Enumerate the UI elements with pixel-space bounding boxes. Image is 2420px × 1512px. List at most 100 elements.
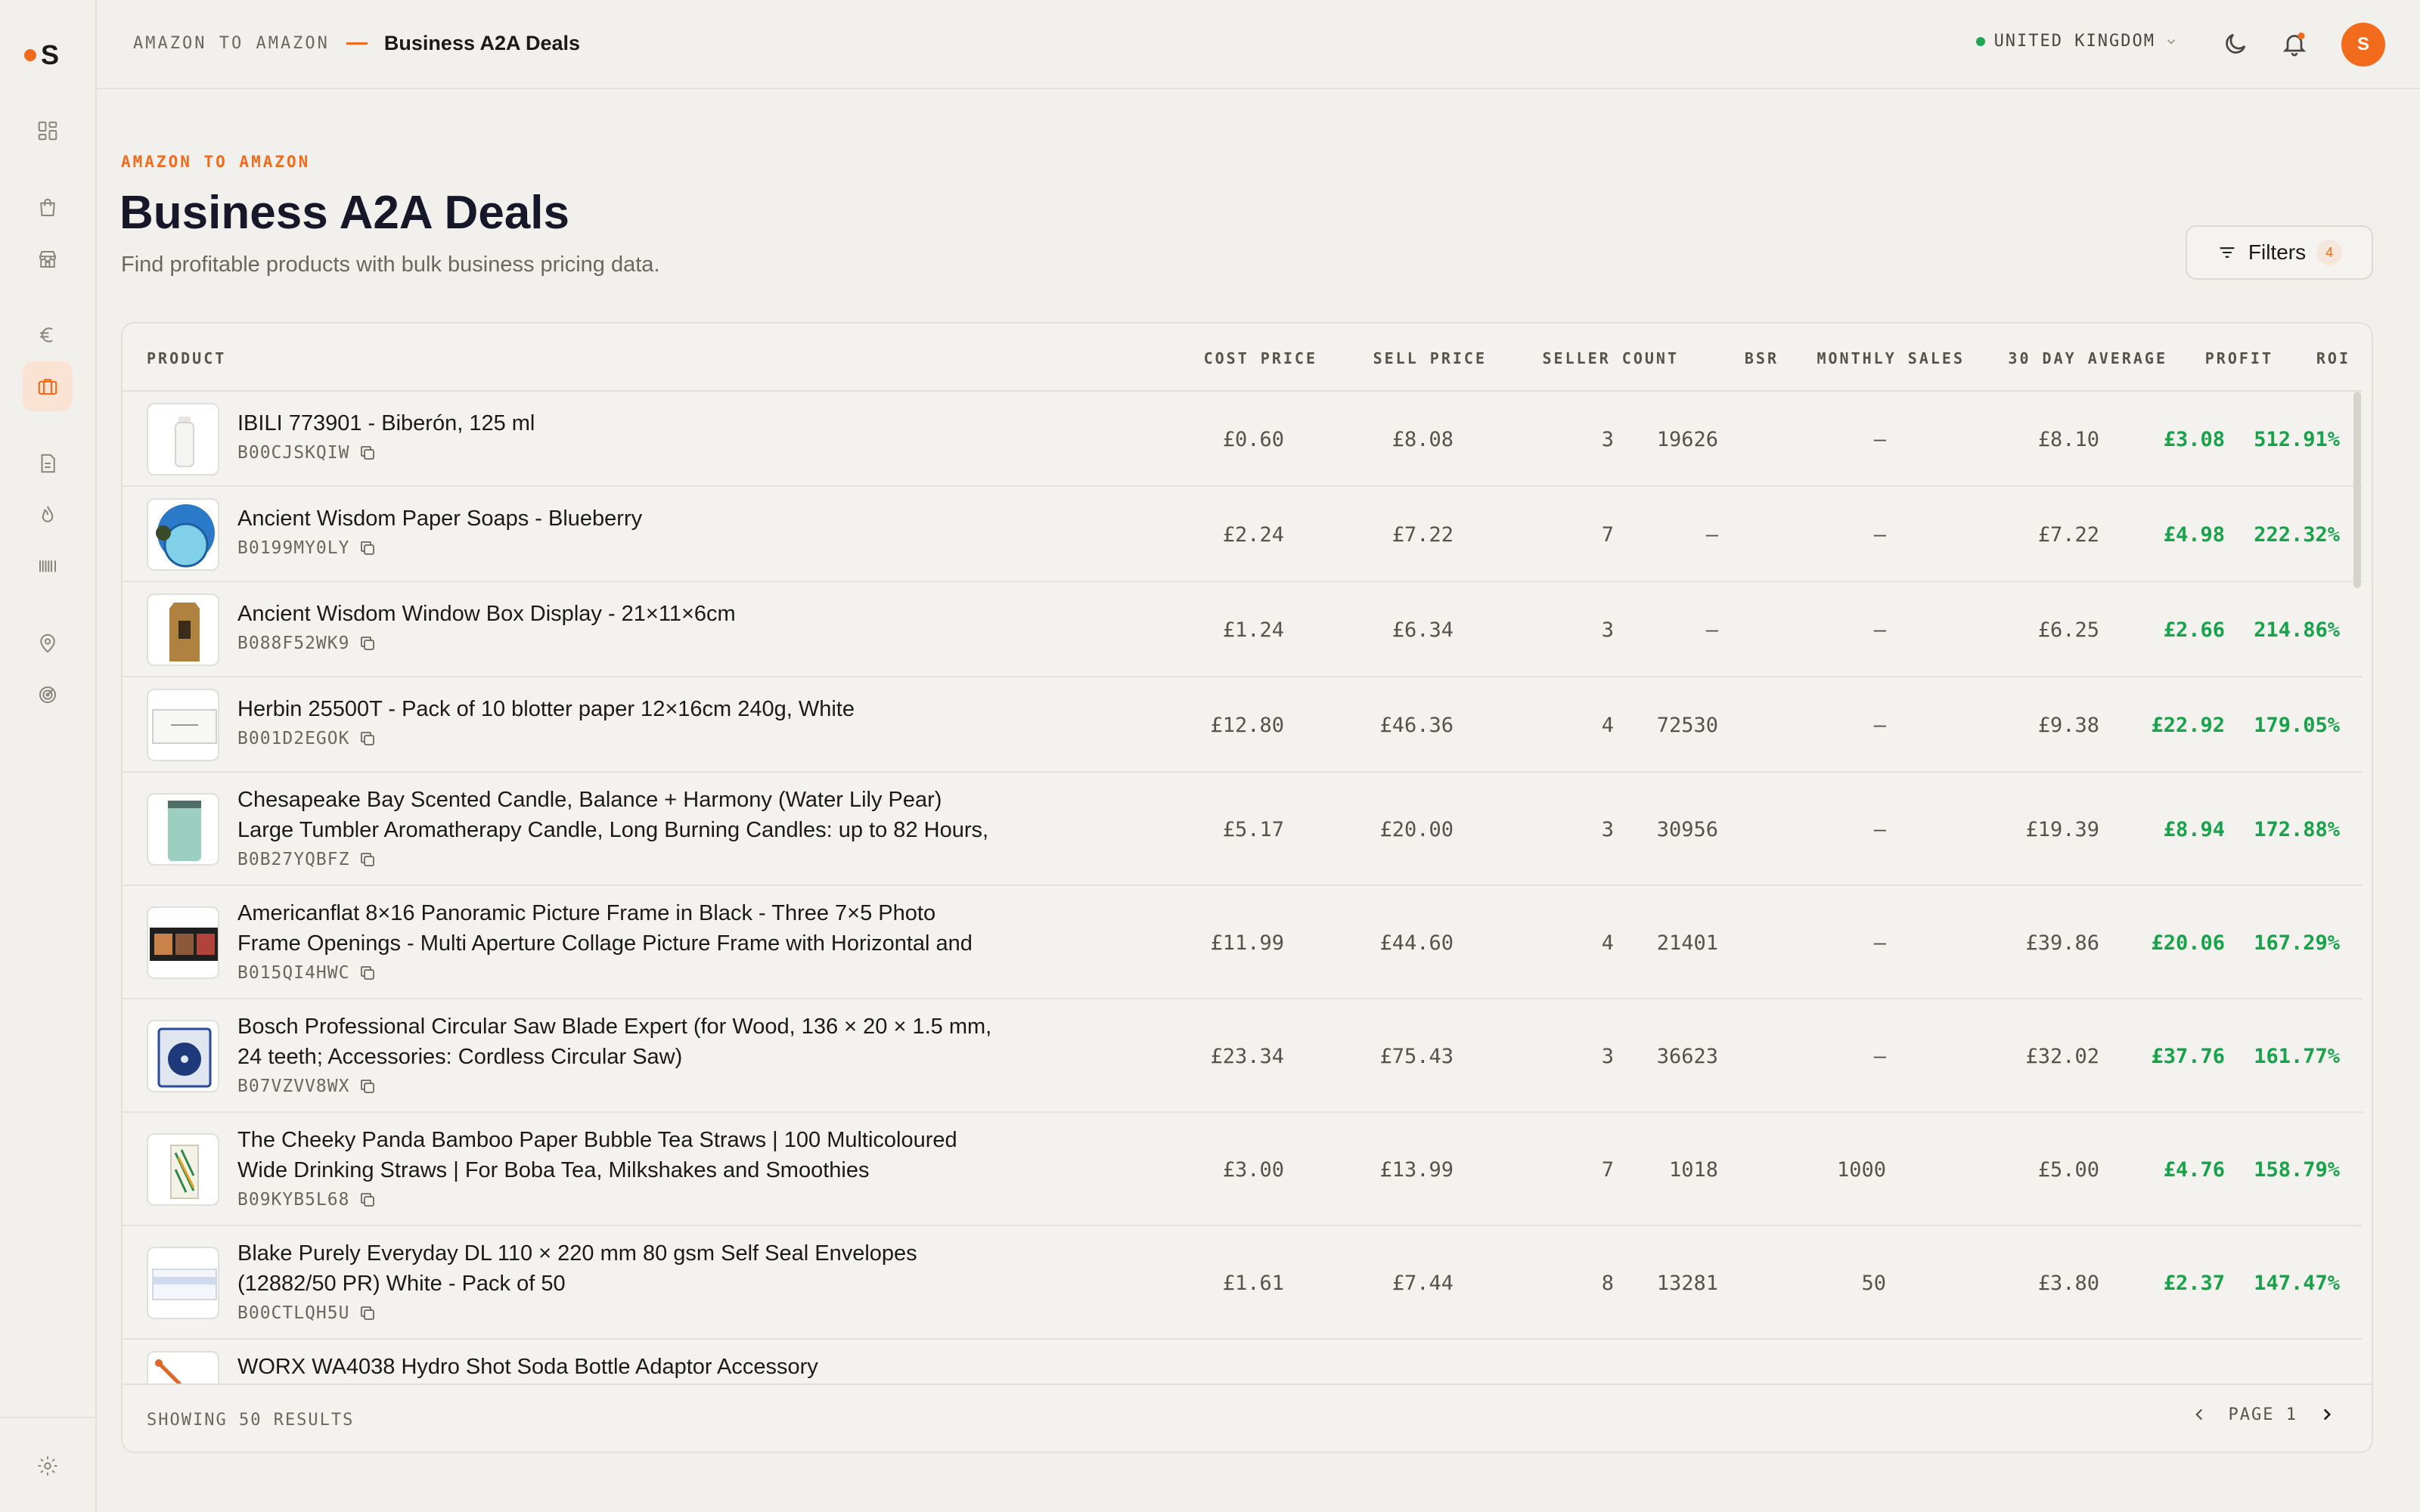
product-thumbnail: [147, 1020, 219, 1092]
product-title[interactable]: Americanflat 8×16 Panoramic Picture Fram…: [237, 898, 994, 959]
table-row[interactable]: Ancient Wisdom Window Box Display - 21×1…: [123, 582, 2363, 677]
nav-store[interactable]: [23, 234, 73, 284]
product-asin: B0199MY0LY: [237, 538, 377, 558]
cost-price: £23.34: [1210, 1045, 1284, 1068]
logo-letter: S: [41, 39, 60, 70]
product-title[interactable]: Blake Purely Everyday DL 110 × 220 mm 80…: [237, 1238, 994, 1299]
breadcrumb-separator: [346, 42, 368, 45]
product-title[interactable]: Chesapeake Bay Scented Candle, Balance +…: [237, 785, 994, 845]
table-scrollbar[interactable]: [2353, 392, 2361, 588]
product-title[interactable]: WORX WA4038 Hydro Shot Soda Bottle Adapt…: [237, 1352, 994, 1382]
user-avatar[interactable]: S: [2341, 23, 2385, 67]
product-thumbnail: [147, 689, 219, 761]
settings-button[interactable]: [23, 1441, 73, 1491]
product-thumbnail: [147, 793, 219, 866]
sell-price: £7.44: [1392, 1272, 1454, 1295]
region-selector[interactable]: UNITED KINGDOM: [1975, 32, 2178, 51]
app-logo[interactable]: S: [24, 39, 59, 71]
breadcrumb-section[interactable]: AMAZON TO AMAZON: [133, 34, 330, 53]
region-label: UNITED KINGDOM: [1993, 32, 2155, 51]
breadcrumb-current: Business A2A Deals: [383, 32, 581, 54]
table-row[interactable]: Bosch Professional Circular Saw Blade Ex…: [123, 999, 2363, 1113]
monthly-sales: –: [1873, 714, 1886, 737]
column-header-profit[interactable]: PROFIT: [2205, 349, 2273, 367]
envelope-image-icon: [152, 1269, 217, 1300]
product-title[interactable]: Bosch Professional Circular Saw Blade Ex…: [237, 1012, 994, 1072]
asin-value: B001D2EGOK: [237, 729, 350, 748]
table-row[interactable]: The Cheeky Panda Bamboo Paper Bubble Tea…: [123, 1113, 2363, 1226]
table-row[interactable]: Americanflat 8×16 Panoramic Picture Fram…: [123, 886, 2363, 999]
copy-icon[interactable]: [358, 1304, 377, 1322]
table-row[interactable]: Ancient Wisdom Paper Soaps - Blueberry B…: [123, 487, 2363, 582]
copy-icon[interactable]: [358, 539, 377, 557]
cost-price: £1.61: [1222, 1272, 1284, 1295]
copy-icon[interactable]: [358, 1077, 377, 1095]
column-header-30-day-average[interactable]: 30 DAY AVERAGE: [2008, 349, 2167, 367]
nav-business-a2a[interactable]: [23, 361, 73, 411]
shopping-bag-icon: [40, 198, 55, 216]
profit: £2.37: [2163, 1272, 2225, 1295]
bsr: 21401: [1656, 931, 1718, 955]
column-header-monthly-sales[interactable]: MONTHLY SALES: [1817, 349, 1965, 367]
column-header-roi[interactable]: ROI: [2316, 349, 2350, 367]
table-row[interactable]: WORX WA4038 Hydro Shot Soda Bottle Adapt…: [123, 1340, 2363, 1387]
copy-icon[interactable]: [358, 850, 377, 869]
top-bar: AMAZON TO AMAZON Business A2A Deals UNIT…: [97, 0, 2420, 89]
dark-mode-toggle-icon[interactable]: [2222, 30, 2249, 57]
nav-euro[interactable]: [23, 310, 73, 360]
filters-button[interactable]: Filters 4: [2186, 225, 2373, 280]
table-row[interactable]: Herbin 25500T - Pack of 10 blotter paper…: [123, 677, 2363, 773]
product-title[interactable]: Herbin 25500T - Pack of 10 blotter paper…: [237, 694, 994, 724]
column-header-sell-price[interactable]: SELL PRICE: [1373, 349, 1487, 367]
table-row[interactable]: IBILI 773901 - Biberón, 125 ml B00CJSKQI…: [123, 392, 2363, 487]
nav-barcode[interactable]: [23, 541, 73, 591]
copy-icon[interactable]: [358, 964, 377, 982]
results-count: SHOWING 50 RESULTS: [147, 1411, 355, 1430]
seller-count: 7: [1601, 523, 1614, 547]
copy-icon[interactable]: [358, 730, 377, 748]
notifications-bell-icon[interactable]: [2281, 30, 2308, 57]
table-footer: SHOWING 50 RESULTS PAGE 1: [123, 1383, 2372, 1452]
sidebar: S: [0, 0, 97, 1512]
nav-dashboard[interactable]: [23, 106, 73, 156]
seller-count: 3: [1601, 618, 1614, 642]
product-title[interactable]: IBILI 773901 - Biberón, 125 ml: [237, 408, 994, 438]
asin-value: B07VZVV8WX: [237, 1077, 350, 1096]
soap-image-icon: [156, 504, 215, 568]
gear-icon: [38, 1456, 57, 1476]
thirty-day-average: £9.38: [2037, 714, 2099, 737]
copy-icon[interactable]: [358, 444, 377, 462]
saw-blade-image-icon: [157, 1027, 212, 1088]
sell-price: £7.22: [1392, 523, 1454, 547]
roi: 512.91%: [2254, 428, 2340, 451]
seller-count: 4: [1601, 931, 1614, 955]
bsr: 19626: [1656, 428, 1718, 451]
product-title[interactable]: Ancient Wisdom Window Box Display - 21×1…: [237, 599, 994, 629]
column-header-bsr[interactable]: BSR: [1745, 349, 1779, 367]
monthly-sales: 50: [1861, 1272, 1886, 1295]
product-thumbnail: [147, 593, 219, 666]
chevron-right-icon[interactable]: [2317, 1405, 2337, 1424]
nav-trending[interactable]: [23, 490, 73, 540]
copy-icon[interactable]: [358, 634, 377, 652]
nav-target[interactable]: [23, 670, 73, 720]
chevron-left-icon[interactable]: [2189, 1405, 2209, 1424]
sell-price: £20.00: [1379, 818, 1454, 841]
location-pin-icon: [40, 634, 55, 653]
sell-price: £8.08: [1392, 428, 1454, 451]
column-header-product[interactable]: PRODUCT: [147, 349, 226, 367]
nav-location[interactable]: [23, 618, 73, 668]
product-title[interactable]: The Cheeky Panda Bamboo Paper Bubble Tea…: [237, 1125, 994, 1185]
column-header-seller-count[interactable]: SELLER COUNT: [1543, 349, 1680, 367]
profit: £37.76: [2151, 1045, 2225, 1068]
dashboard-icon: [38, 121, 57, 141]
nav-shopping[interactable]: [23, 183, 73, 233]
table-row[interactable]: Chesapeake Bay Scented Candle, Balance +…: [123, 773, 2363, 886]
radar-icon: [39, 686, 56, 703]
product-title[interactable]: Ancient Wisdom Paper Soaps - Blueberry: [237, 503, 994, 534]
copy-icon[interactable]: [358, 1191, 377, 1209]
nav-documents[interactable]: [23, 438, 73, 488]
column-header-cost-price[interactable]: COST PRICE: [1204, 349, 1317, 367]
table-row[interactable]: Blake Purely Everyday DL 110 × 220 mm 80…: [123, 1226, 2363, 1340]
picture-frame-image-icon: [150, 928, 218, 961]
